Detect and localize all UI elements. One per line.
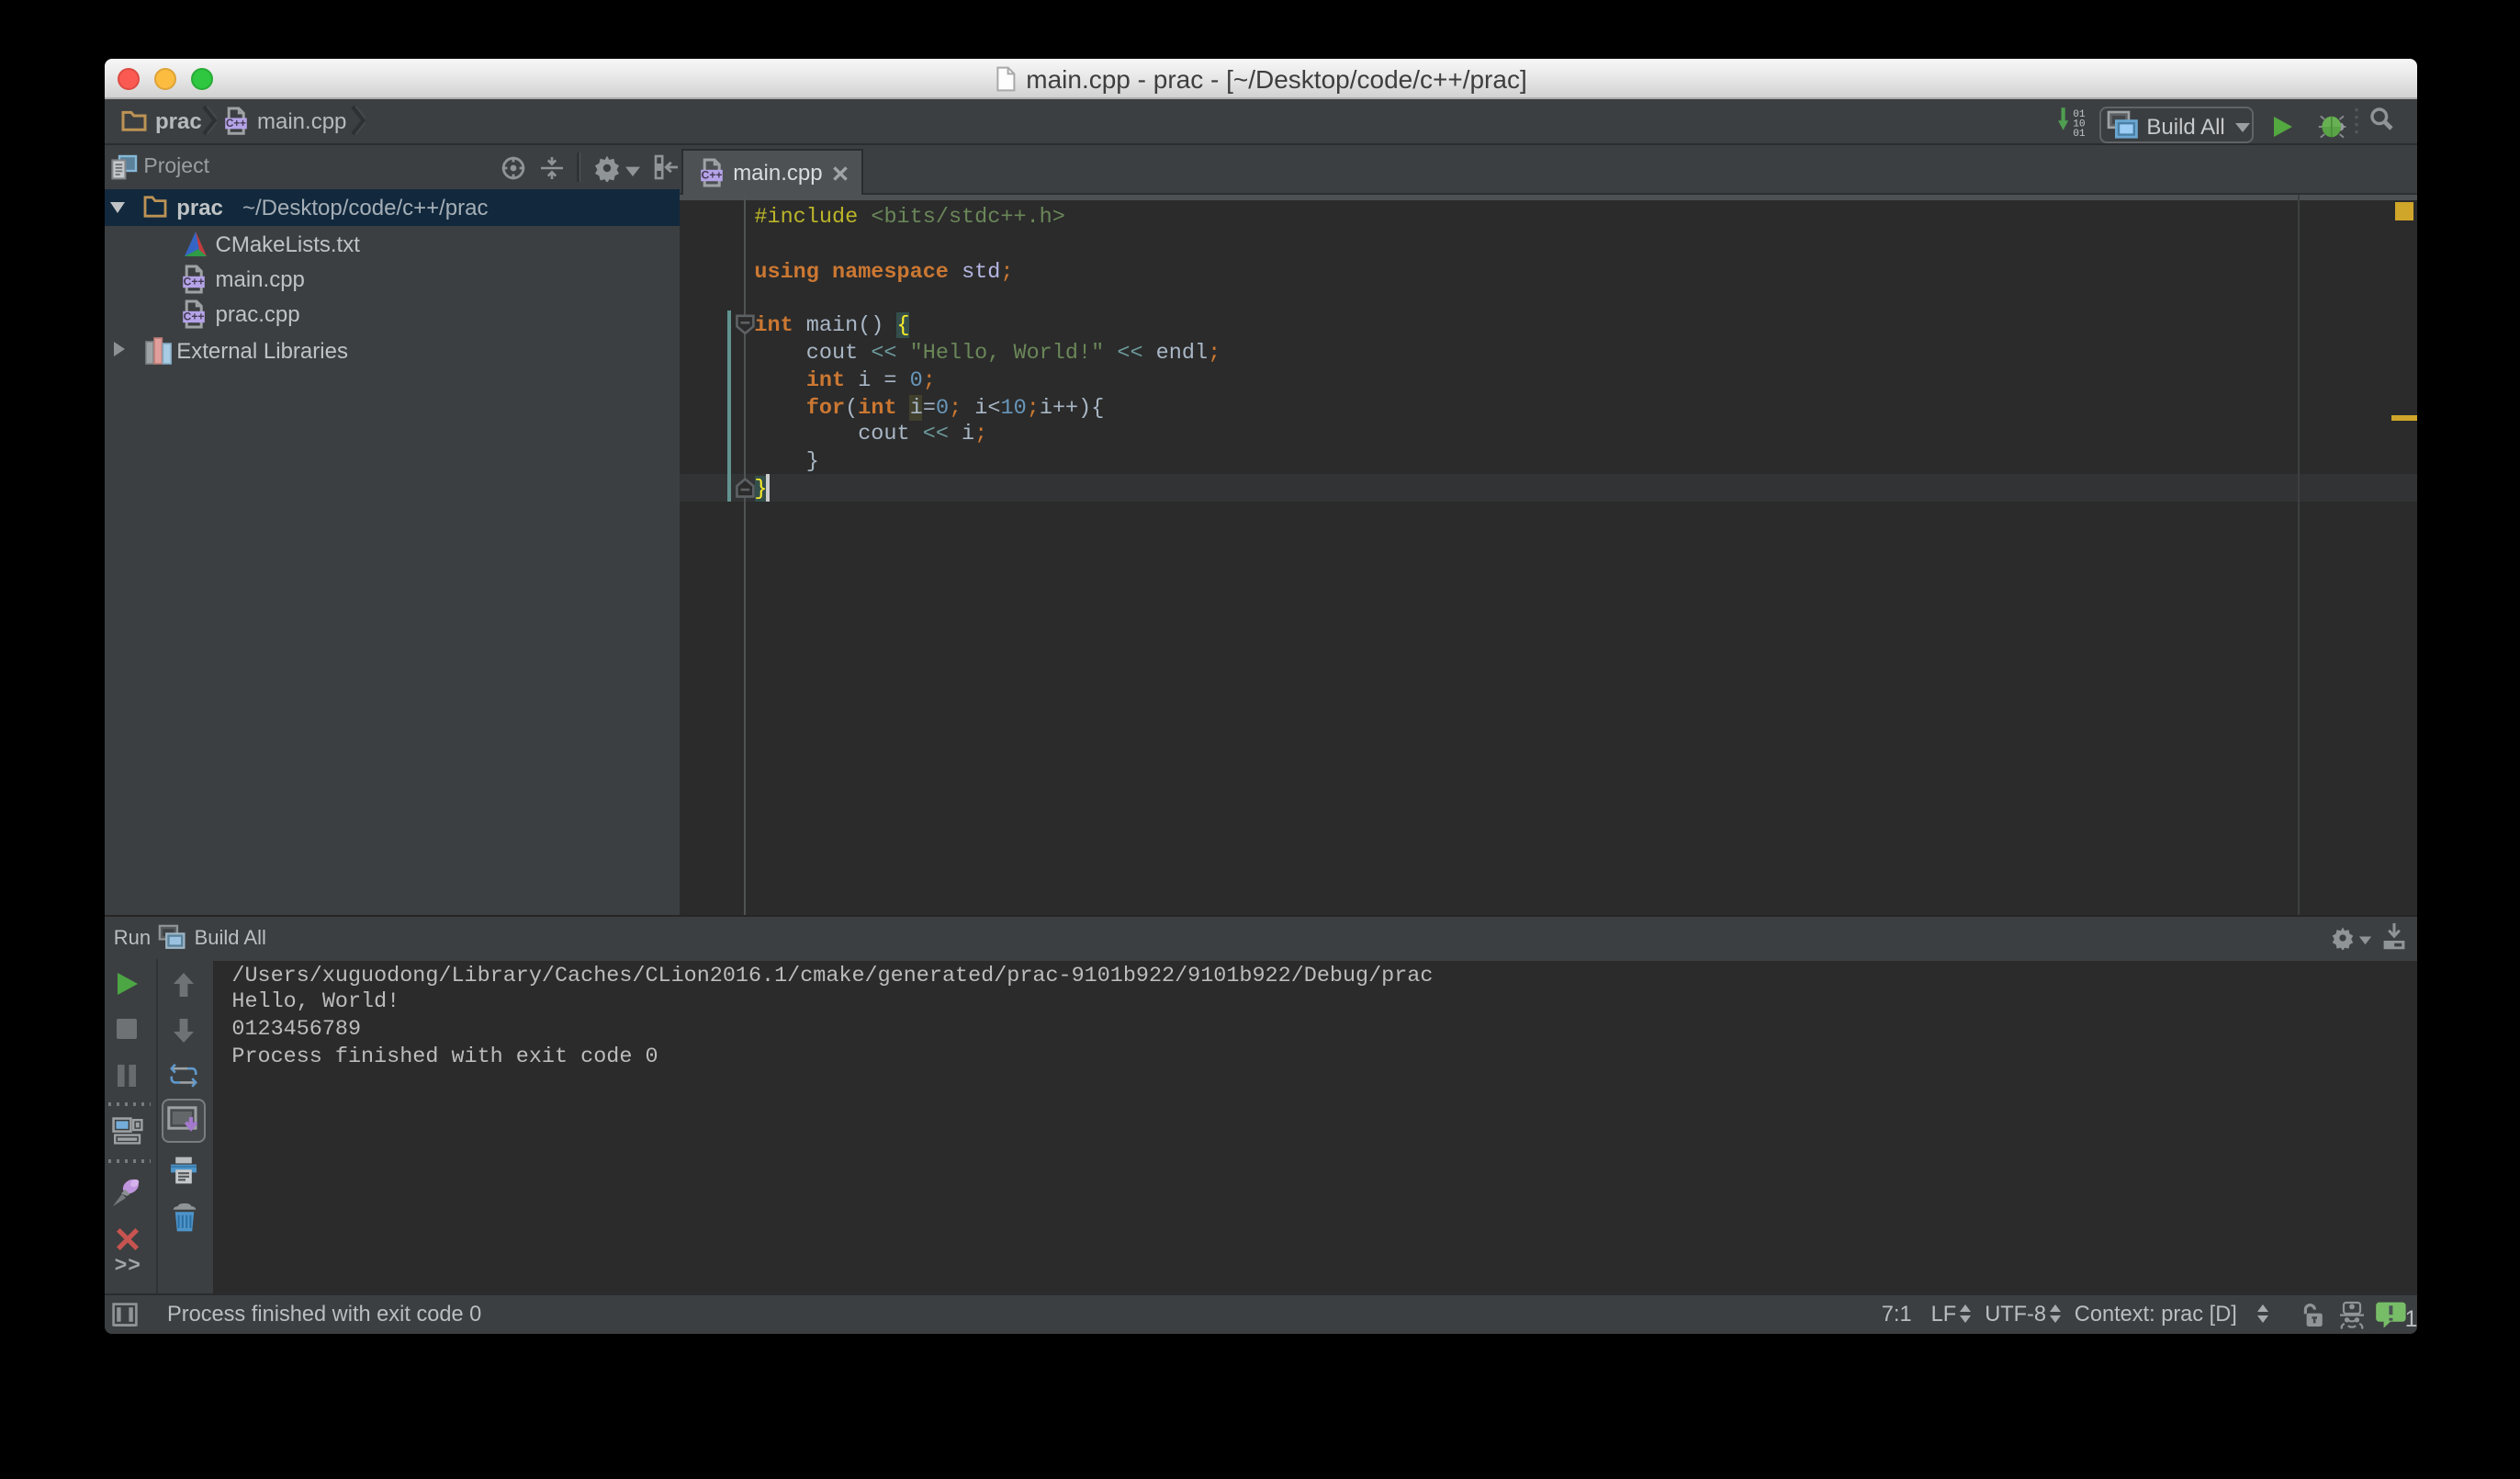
svg-text:C++: C++: [183, 310, 204, 323]
svg-text:01: 01: [2074, 129, 2087, 138]
svg-text:C++: C++: [701, 168, 722, 181]
svg-text:C++: C++: [183, 276, 204, 288]
svg-text:C++: C++: [225, 118, 245, 130]
